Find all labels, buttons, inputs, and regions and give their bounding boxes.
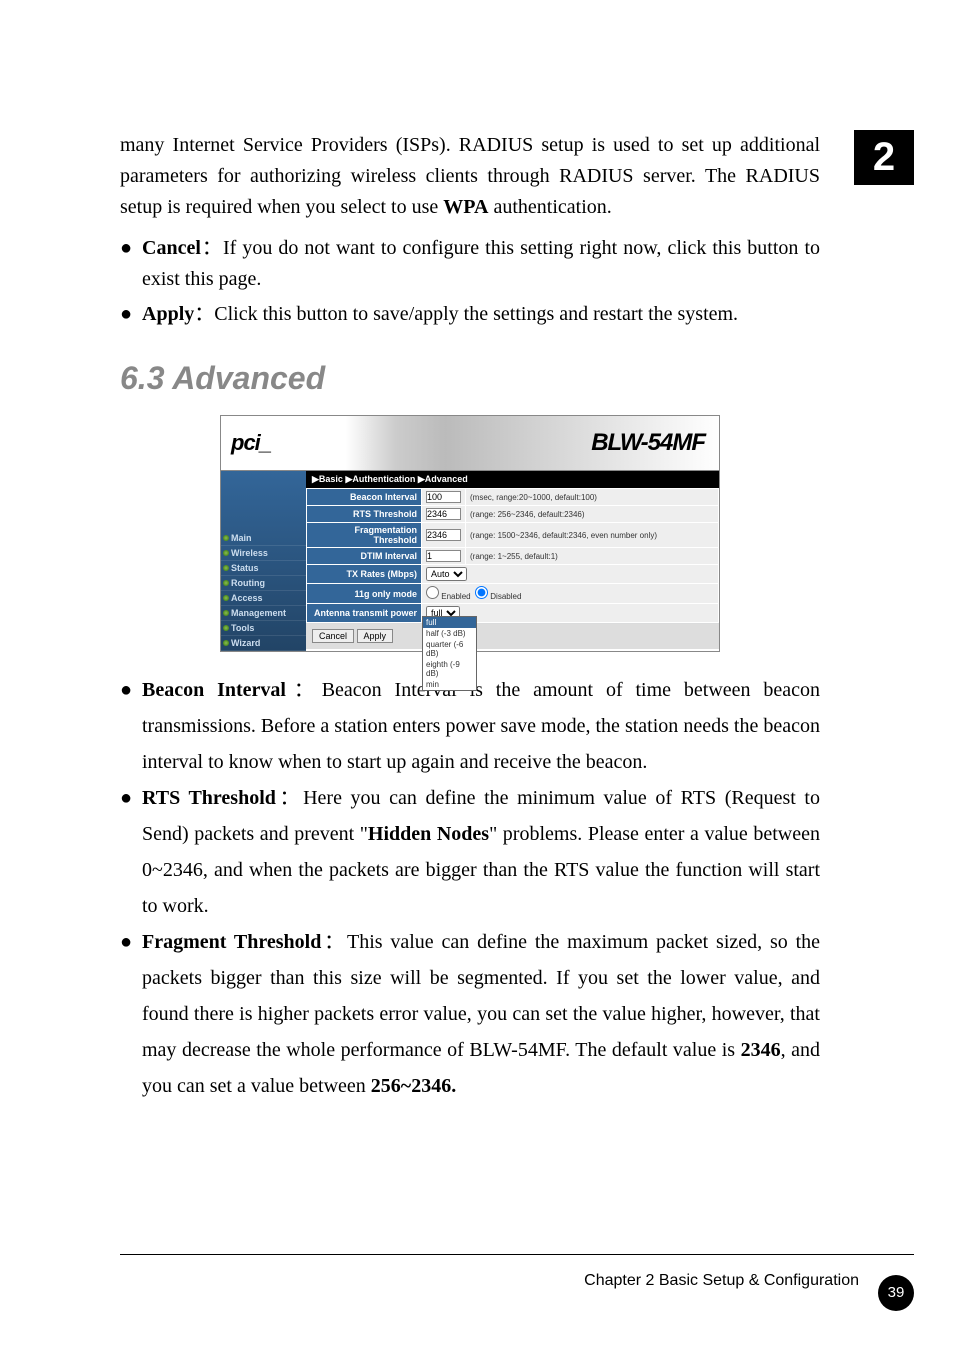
apply-sep: ： <box>194 303 214 325</box>
apply-text: Click this button to save/apply the sett… <box>214 303 738 325</box>
ss-beacon-hint: (msec, range:20~1000, default:100) <box>466 489 719 506</box>
ss-button-row: Cancel Apply <box>306 623 719 649</box>
bullet-icon: ● <box>120 233 142 264</box>
bullet-icon: ● <box>120 299 142 330</box>
ss-rts-hint: (range: 256~2346, default:2346) <box>466 506 719 523</box>
footer-chapter-text: Chapter 2 Basic Setup & Configuration <box>584 1272 859 1290</box>
ss-dropdown-option[interactable]: quarter (-6 dB) <box>423 639 476 659</box>
ss-dropdown-option[interactable]: half (-3 dB) <box>423 628 476 639</box>
ss-txrates-label: TX Rates (Mbps) <box>307 565 422 584</box>
intro-paragraph: many Internet Service Providers (ISPs). … <box>120 130 820 223</box>
cancel-bullet: ●Cancel：If you do not want to configure … <box>120 233 820 295</box>
ss-apply-button[interactable]: Apply <box>357 629 394 643</box>
ss-txrates-select[interactable]: Auto <box>426 567 467 581</box>
ss-11g-disabled-text: Disabled <box>490 592 521 601</box>
page-footer: Chapter 2 Basic Setup & Configuration 39 <box>120 1254 914 1299</box>
chapter-number-box: 2 <box>854 130 914 185</box>
ss-antenna-dropdown[interactable]: full half (-3 dB) quarter (-6 dB) eighth… <box>422 616 477 691</box>
ss-nav-status[interactable]: Status <box>221 561 306 576</box>
ss-11g-disabled-radio[interactable] <box>475 586 488 599</box>
ss-settings-table: Beacon Interval (msec, range:20~1000, de… <box>306 488 719 623</box>
ss-dropdown-option[interactable]: full <box>423 617 476 628</box>
ss-11g-enabled-text: Enabled <box>441 592 470 601</box>
fragment-bullet: ●Fragment Threshold：This value can defin… <box>120 924 820 1104</box>
bullet-icon: ● <box>120 780 142 816</box>
cancel-label: Cancel <box>142 237 201 259</box>
table-row: DTIM Interval (range: 1~255, default:1) <box>307 548 719 565</box>
ss-cancel-button[interactable]: Cancel <box>312 629 354 643</box>
ss-frag-input[interactable] <box>426 529 461 541</box>
ss-frag-label: Fragmentation Threshold <box>307 523 422 548</box>
section-title: 6.3 Advanced <box>120 360 820 397</box>
footer-page-number: 39 <box>878 1275 914 1311</box>
ss-nav-wireless[interactable]: Wireless <box>221 546 306 561</box>
ss-antenna-label: Antenna transmit power <box>307 604 422 623</box>
ss-11g-enabled-radio[interactable] <box>426 586 439 599</box>
apply-label: Apply <box>142 303 194 325</box>
ss-tabs[interactable]: ▶Basic ▶Authentication ▶Advanced <box>306 471 719 488</box>
intro-wpa-bold: WPA <box>443 196 488 218</box>
ss-sidebar: Main Wireless Status Routing Access Mana… <box>221 471 306 651</box>
content-area: many Internet Service Providers (ISPs). … <box>120 130 820 1104</box>
cancel-sep: ： <box>201 237 223 259</box>
beacon-sep: ： <box>286 679 322 701</box>
ss-11g-label: 11g only mode <box>307 584 422 604</box>
ss-frag-hint: (range: 1500~2346, default:2346, even nu… <box>466 523 719 548</box>
beacon-label: Beacon Interval <box>142 679 286 701</box>
ss-dtim-input[interactable] <box>426 550 461 562</box>
embedded-screenshot: pci_ BLW-54MF Main Wireless Status Routi… <box>220 415 720 652</box>
cancel-text: If you do not want to configure this set… <box>142 237 820 290</box>
ss-logo: pci_ <box>221 430 271 456</box>
ss-header: pci_ BLW-54MF <box>221 416 719 471</box>
ss-nav-access[interactable]: Access <box>221 591 306 606</box>
rts-bullet: ●RTS Threshold：Here you can define the m… <box>120 780 820 924</box>
apply-bullet: ●Apply：Click this button to save/apply t… <box>120 299 820 330</box>
intro-text-2: authentication. <box>488 196 611 218</box>
ss-nav-tools[interactable]: Tools <box>221 621 306 636</box>
ss-main: ▶Basic ▶Authentication ▶Advanced Beacon … <box>306 471 719 651</box>
table-row: TX Rates (Mbps) Auto <box>307 565 719 584</box>
ss-beacon-input[interactable] <box>426 491 461 503</box>
bullet-icon: ● <box>120 672 142 708</box>
ss-rts-input[interactable] <box>426 508 461 520</box>
table-row: RTS Threshold (range: 256~2346, default:… <box>307 506 719 523</box>
ss-nav-main[interactable]: Main <box>221 531 306 546</box>
ss-dtim-label: DTIM Interval <box>307 548 422 565</box>
table-row: Fragmentation Threshold (range: 1500~234… <box>307 523 719 548</box>
fragment-range-bold: 256~2346. <box>371 1075 456 1097</box>
fragment-label: Fragment Threshold <box>142 931 321 953</box>
table-row: 11g only mode Enabled Disabled <box>307 584 719 604</box>
rts-hidden-nodes-bold: Hidden Nodes <box>368 823 489 845</box>
ss-nav-management[interactable]: Management <box>221 606 306 621</box>
lower-paragraphs: ●Beacon Interval：Beacon Interval is the … <box>120 672 820 1104</box>
ss-beacon-label: Beacon Interval <box>307 489 422 506</box>
rts-label: RTS Threshold <box>142 787 276 809</box>
ss-dtim-hint: (range: 1~255, default:1) <box>466 548 719 565</box>
table-row: Beacon Interval (msec, range:20~1000, de… <box>307 489 719 506</box>
ss-model: BLW-54MF <box>591 429 719 457</box>
rts-sep: ： <box>276 787 303 809</box>
ss-rts-label: RTS Threshold <box>307 506 422 523</box>
fragment-2346-bold: 2346 <box>741 1039 781 1061</box>
ss-nav-routing[interactable]: Routing <box>221 576 306 591</box>
ss-nav-wizard[interactable]: Wizard <box>221 636 306 651</box>
table-row: Antenna transmit power full full half (-… <box>307 604 719 623</box>
ss-dropdown-option[interactable]: min <box>423 679 476 690</box>
bullet-icon: ● <box>120 924 142 960</box>
fragment-sep: ： <box>321 931 347 953</box>
ss-dropdown-option[interactable]: eighth (-9 dB) <box>423 659 476 679</box>
